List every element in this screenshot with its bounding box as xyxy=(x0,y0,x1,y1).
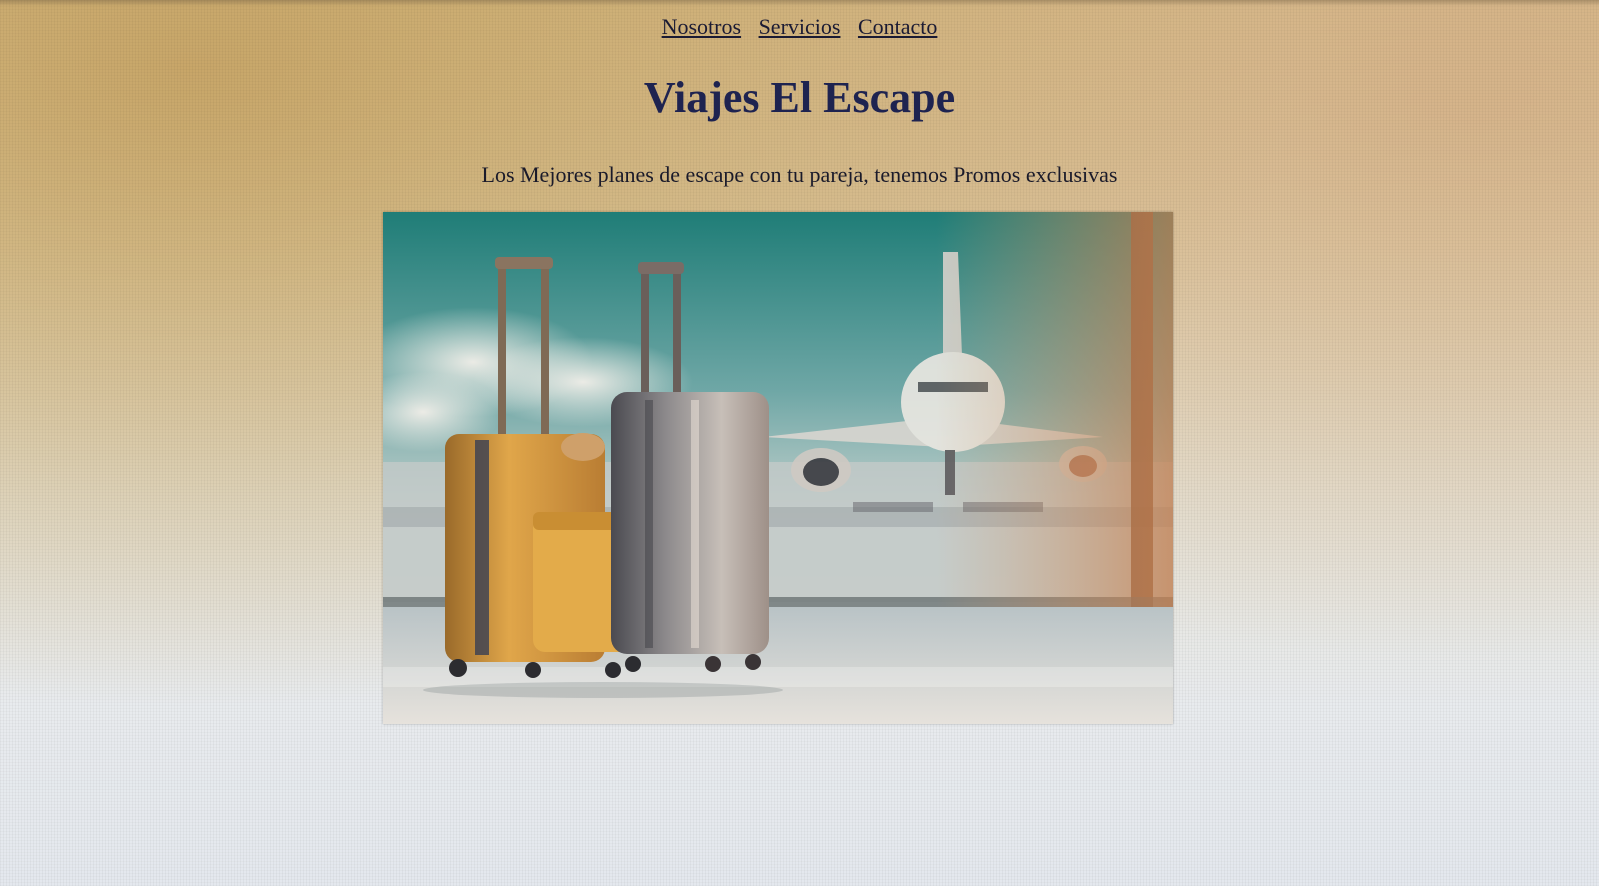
nav-link-servicios[interactable]: Servicios xyxy=(759,14,841,39)
nav-link-nosotros[interactable]: Nosotros xyxy=(662,14,741,39)
hero-image xyxy=(383,212,1173,724)
airport-luggage-image xyxy=(383,212,1173,724)
nav-link-contacto[interactable]: Contacto xyxy=(858,14,937,39)
page-title: Viajes El Escape xyxy=(643,73,956,122)
top-navigation: Nosotros Servicios Contacto xyxy=(0,14,1599,40)
page-tagline: Los Mejores planes de escape con tu pare… xyxy=(481,162,1118,187)
